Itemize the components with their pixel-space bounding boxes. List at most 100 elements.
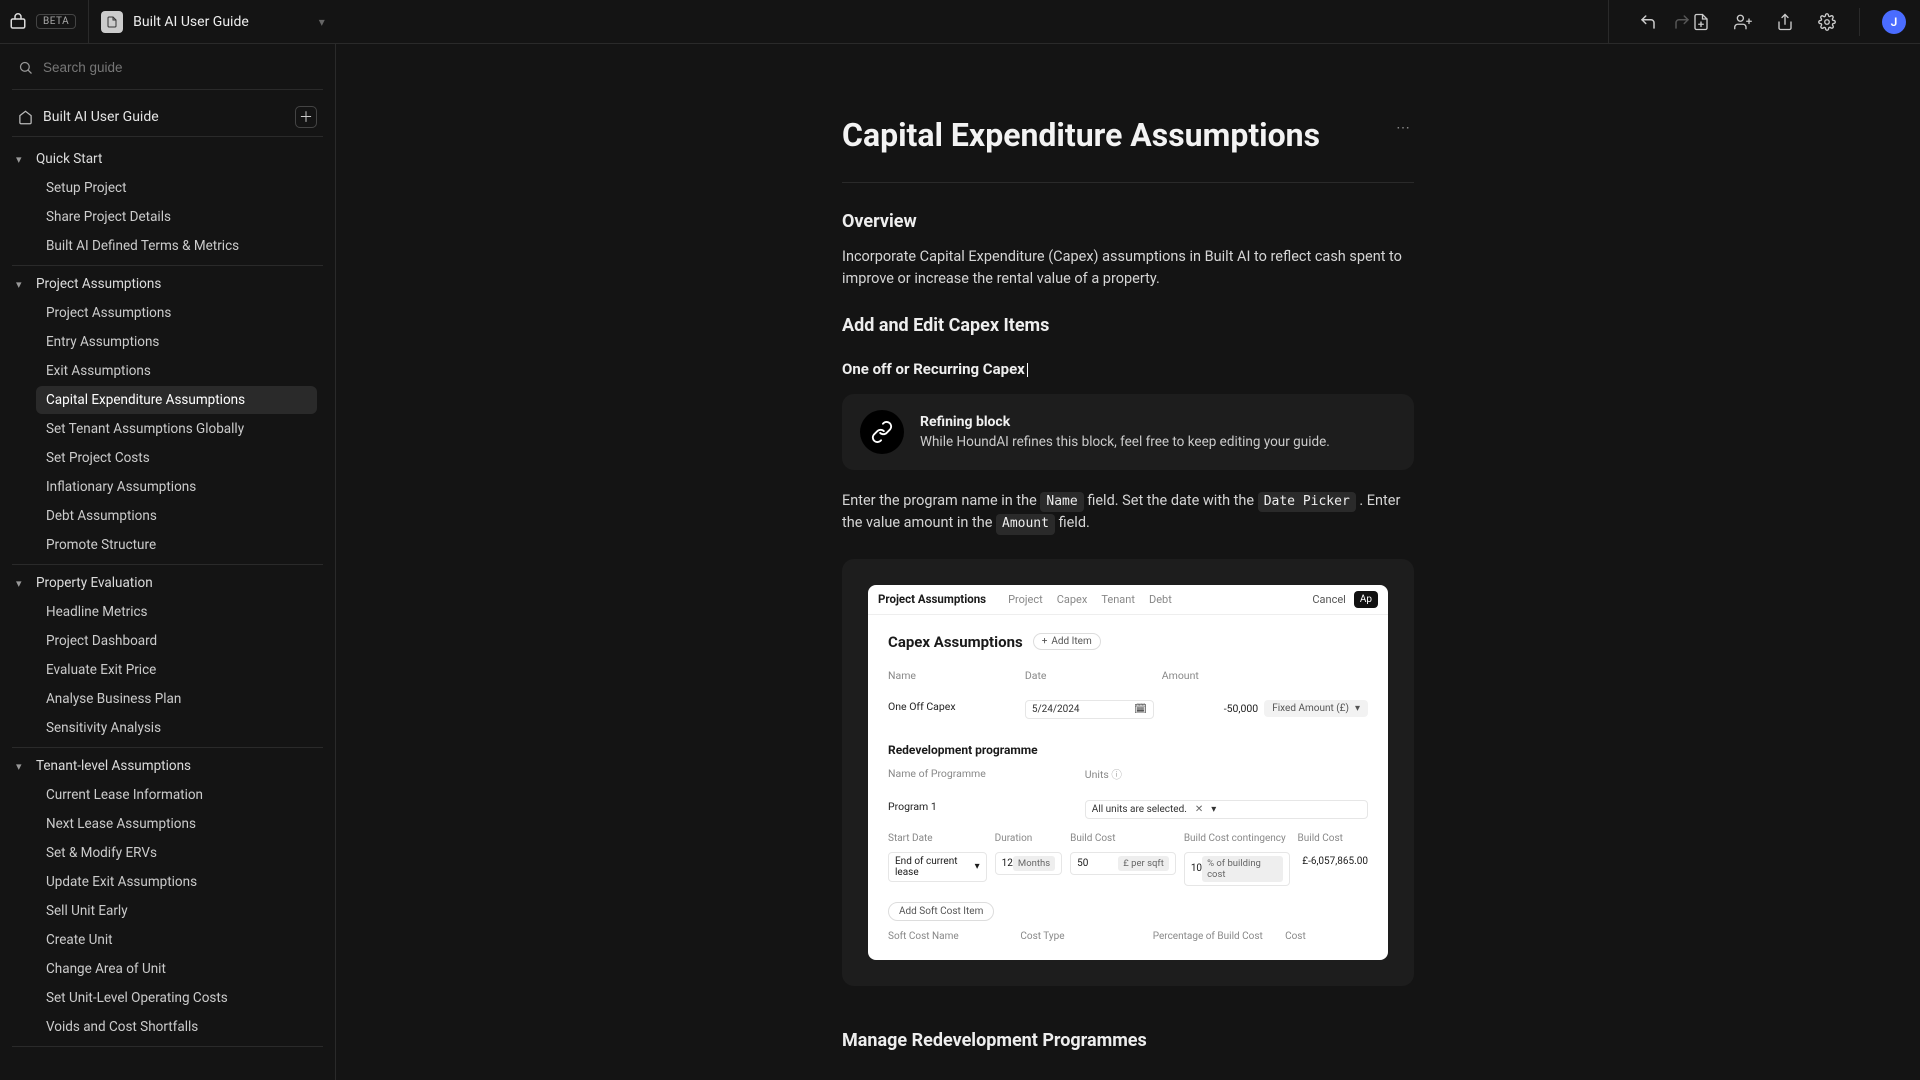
shot-apply: Ap <box>1354 591 1378 608</box>
sidebar-home[interactable]: Built AI User Guide ＋ <box>12 98 323 137</box>
sidebar: Built AI User Guide ＋ ▾Quick StartSetup … <box>0 44 336 1080</box>
row-amount: -50,000 <box>1224 702 1258 715</box>
shot-tabs: Project Capex Tenant Debt <box>1008 593 1172 606</box>
sidebar-item[interactable]: Set Tenant Assumptions Globally <box>36 415 317 443</box>
sidebar-section-header[interactable]: ▾Quick Start <box>12 145 323 173</box>
row-start: End of current lease▾ <box>888 852 987 882</box>
sidebar-item[interactable]: Sensitivity Analysis <box>36 714 317 742</box>
sidebar-item[interactable]: Set Unit-Level Operating Costs <box>36 984 317 1012</box>
share-icon[interactable] <box>1775 12 1795 32</box>
sidebar-home-label: Built AI User Guide <box>43 109 159 125</box>
code-name: Name <box>1040 492 1083 512</box>
col-pbc: Percentage of Build Cost <box>1153 931 1277 942</box>
undo-button[interactable] <box>1639 13 1657 31</box>
refining-icon <box>860 410 904 454</box>
home-icon <box>18 110 33 125</box>
sidebar-item[interactable]: Entry Assumptions <box>36 328 317 356</box>
sidebar-section-header[interactable]: ▾ Project Assumptions <box>12 270 323 298</box>
sidebar-item[interactable]: Capital Expenditure Assumptions <box>36 386 317 414</box>
sidebar-item[interactable]: Set & Modify ERVs <box>36 839 317 867</box>
sidebar-section-tenant-level: ▾Tenant-level AssumptionsCurrent Lease I… <box>12 748 323 1047</box>
calendar-icon: 🗓 <box>1134 704 1147 715</box>
chevron-down-icon: ▾ <box>16 577 28 590</box>
embedded-screenshot: Project Assumptions Project Capex Tenant… <box>868 585 1388 960</box>
shot-tab: Capex <box>1057 593 1088 606</box>
chevron-down-icon: ▾ <box>16 760 28 773</box>
overview-paragraph: Incorporate Capital Expenditure (Capex) … <box>842 246 1414 291</box>
settings-icon[interactable] <box>1817 12 1837 32</box>
col-dur: Duration <box>995 833 1062 844</box>
sidebar-item[interactable]: Promote Structure <box>36 531 317 559</box>
shot-header: Project Assumptions Project Capex Tenant… <box>868 585 1388 615</box>
sidebar-section-label: Quick Start <box>36 151 102 167</box>
sidebar-item[interactable]: Set Project Costs <box>36 444 317 472</box>
sidebar-item[interactable]: Debt Assumptions <box>36 502 317 530</box>
logo-group: BETA <box>8 12 76 32</box>
col-cost: Cost <box>1285 931 1368 942</box>
sidebar-item[interactable]: Built AI Defined Terms & Metrics <box>36 232 317 260</box>
refining-title: Refining block <box>920 414 1330 430</box>
page-content: Capital Expenditure Assumptions ⋯ Overvi… <box>842 44 1414 1080</box>
doc-title-group[interactable]: Built AI User Guide ▾ <box>101 11 1596 33</box>
sidebar-item[interactable]: Share Project Details <box>36 203 317 231</box>
refining-subtitle: While HoundAI refines this block, feel f… <box>920 434 1330 450</box>
code-date-picker: Date Picker <box>1258 492 1356 512</box>
page-menu-button[interactable]: ⋯ <box>1392 116 1414 140</box>
search-icon <box>18 60 33 75</box>
sidebar-item[interactable]: Current Lease Information <box>36 781 317 809</box>
chevron-down-icon: ▾ <box>16 278 28 291</box>
overview-heading: Overview <box>842 211 1414 232</box>
sidebar-item[interactable]: Setup Project <box>36 174 317 202</box>
row-bcc: 10% of building cost <box>1184 852 1290 886</box>
sidebar-item[interactable]: Analyse Business Plan <box>36 685 317 713</box>
col-date: Date <box>1025 669 1154 688</box>
undo-redo-group <box>1639 13 1691 31</box>
sidebar-section-quick-start: ▾Quick StartSetup ProjectShare Project D… <box>12 141 323 266</box>
new-document-icon[interactable] <box>1691 12 1711 32</box>
redo-button[interactable] <box>1673 13 1691 31</box>
shot-tab: Debt <box>1149 593 1172 606</box>
sidebar-item[interactable]: Project Dashboard <box>36 627 317 655</box>
col-prog-name: Name of Programme <box>888 767 1077 788</box>
sidebar-item[interactable]: Create Unit <box>36 926 317 954</box>
sidebar-item[interactable]: Headline Metrics <box>36 598 317 626</box>
sidebar-item[interactable]: Voids and Cost Shortfalls <box>36 1013 317 1041</box>
clear-icon: ✕ <box>1195 804 1203 815</box>
shot-add-soft-cost: Add Soft Cost Item <box>888 902 994 921</box>
screenshot-card: Project Assumptions Project Capex Tenant… <box>842 559 1414 986</box>
refining-block: Refining block While HoundAI refines thi… <box>842 394 1414 470</box>
sidebar-section-label: Project Assumptions <box>36 276 161 292</box>
user-avatar[interactable]: J <box>1882 10 1906 34</box>
row-units: All units are selected.✕▾ <box>1085 800 1368 819</box>
header-divider <box>88 0 89 44</box>
one-off-heading: One off or Recurring Capex <box>842 360 1414 378</box>
sidebar-item[interactable]: Update Exit Assumptions <box>36 868 317 896</box>
add-section-button[interactable]: ＋ <box>295 106 317 128</box>
add-user-icon[interactable] <box>1733 12 1753 32</box>
sidebar-item[interactable]: Project Assumptions <box>36 299 317 327</box>
manage-heading: Manage Redevelopment Programmes <box>842 1030 1414 1051</box>
add-edit-heading: Add and Edit Capex Items <box>842 315 1414 336</box>
sidebar-item[interactable]: Exit Assumptions <box>36 357 317 385</box>
col-units: Units ⓘ <box>1085 767 1368 788</box>
search-input[interactable] <box>43 60 317 75</box>
sidebar-item[interactable]: Change Area of Unit <box>36 955 317 983</box>
col-bc: Build Cost <box>1070 833 1176 844</box>
sidebar-item[interactable]: Inflationary Assumptions <box>36 473 317 501</box>
body: Built AI User Guide ＋ ▾Quick StartSetup … <box>0 44 1920 1080</box>
row-date: 5/24/2024🗓 <box>1025 700 1154 719</box>
sidebar-section-header[interactable]: ▾Property Evaluation <box>12 569 323 597</box>
sidebar-section-header[interactable]: ▾Tenant-level Assumptions <box>12 752 323 780</box>
sidebar-search[interactable] <box>12 54 323 90</box>
document-icon <box>101 11 123 33</box>
sidebar-item[interactable]: Evaluate Exit Price <box>36 656 317 684</box>
row-bc: 50£ per sqft <box>1070 852 1176 875</box>
instruction-paragraph: Enter the program name in the Name field… <box>842 490 1414 535</box>
sidebar-item[interactable]: Sell Unit Early <box>36 897 317 925</box>
shot-title: Capex Assumptions <box>888 633 1023 651</box>
sidebar-item[interactable]: Next Lease Assumptions <box>36 810 317 838</box>
row-bcost: £-6,057,865.00 <box>1298 852 1368 886</box>
chevron-down-icon[interactable]: ▾ <box>319 15 325 29</box>
row-prog-name: Program 1 <box>888 796 1077 823</box>
col-bcc: Build Cost contingency <box>1184 833 1290 844</box>
